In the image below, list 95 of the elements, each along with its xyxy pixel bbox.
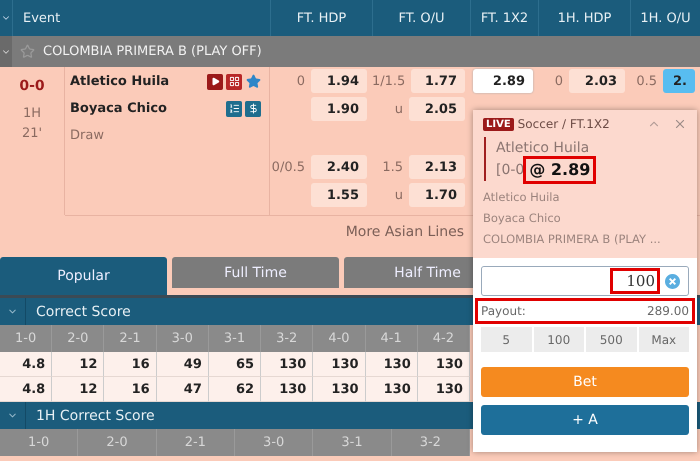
column-header: 1H. HDP (558, 10, 612, 26)
odds-cell[interactable]: 62 (208, 377, 262, 402)
handicap-line: 0 (296, 74, 305, 88)
list-icon[interactable] (226, 100, 242, 116)
odds-cell[interactable]: 16 (104, 377, 157, 402)
odds-button[interactable]: 1.90 (311, 97, 367, 121)
odds-button[interactable]: 2.13 (409, 155, 465, 179)
payout-value: 289.00 (647, 304, 689, 318)
team-name: Boyaca Chico (70, 101, 168, 116)
odds-button[interactable]: 1.70 (409, 183, 465, 207)
odds-button[interactable]: 1.94 (311, 69, 367, 93)
home-team: Atletico Huila (483, 189, 561, 206)
quick-stake-button[interactable]: 100 (534, 327, 584, 352)
handicap-line: u (394, 102, 403, 116)
payout-label: Payout: (481, 304, 526, 318)
quick-stake-button[interactable]: 500 (586, 327, 636, 352)
section-title: 1H Correct Score (36, 408, 155, 424)
team-name: Atletico Huila (70, 74, 170, 89)
score-label: 4-0 (313, 325, 366, 352)
star-icon[interactable] (20, 44, 35, 59)
odds-button[interactable]: 1.77 (411, 69, 465, 93)
odds-cell[interactable]: 130 (261, 352, 314, 377)
handicap-line: 0 (554, 74, 563, 88)
selection-price: @ 2.89 (526, 159, 594, 181)
close-icon[interactable] (673, 117, 687, 131)
star-icon[interactable] (245, 74, 261, 90)
match-minute: 21' (22, 127, 42, 141)
stake-input[interactable]: 100 (613, 271, 657, 291)
odds-cell[interactable]: 130 (313, 377, 366, 402)
handicap-line: 1/1.5 (372, 74, 406, 88)
section-title: Correct Score (36, 304, 131, 320)
score-label: 4-2 (418, 325, 470, 352)
clear-icon[interactable] (665, 274, 680, 288)
selection-score: [0-0 (496, 161, 524, 180)
column-header: FT. O/U (398, 10, 445, 26)
match-period: 1H (22, 105, 42, 123)
column-header: FT. 1X2 (480, 10, 528, 26)
away-team: Boyaca Chico (483, 210, 562, 227)
odds-cell[interactable]: 12 (52, 352, 104, 377)
score-label: 3-2 (392, 429, 470, 456)
handicap-line: 1.5 (382, 160, 403, 174)
score-label: 3-1 (208, 325, 262, 352)
league-name: COLOMBIA PRIMERA B (PLAY ... (483, 231, 662, 248)
add-button[interactable]: + A (481, 405, 689, 435)
field-icon[interactable] (226, 74, 242, 90)
handicap-line: u (394, 188, 403, 202)
draw-label: Draw (70, 128, 105, 143)
score-label: 1-0 (0, 325, 52, 352)
odds-button[interactable]: 2.05 (409, 97, 465, 121)
more-lines-link[interactable]: More Asian Lines (346, 224, 464, 240)
odds-button[interactable]: 2.03 (569, 69, 625, 93)
handicap-line: 0.5 (636, 74, 657, 88)
odds-cell[interactable]: 130 (366, 377, 418, 402)
column-header: Event (23, 10, 60, 26)
odds-cell[interactable]: 130 (313, 352, 366, 377)
odds-button[interactable]: 2. (663, 69, 695, 93)
score-label: 1-0 (0, 429, 78, 456)
odds-cell[interactable]: 49 (156, 352, 209, 377)
score-label: 4-1 (366, 325, 418, 352)
odds-cell[interactable]: 130 (366, 352, 418, 377)
score-label: 2-0 (78, 429, 157, 456)
score-label: 3-2 (261, 325, 314, 352)
quick-stake-button[interactable]: 5 (481, 327, 532, 352)
odds-button[interactable]: 2.89 (473, 69, 533, 93)
handicap-line: 0/0.5 (272, 160, 305, 174)
stake-field[interactable]: 100 (481, 266, 689, 296)
score-label: 3-1 (313, 429, 392, 456)
play-icon[interactable] (207, 74, 223, 90)
selection-name: Atletico Huila (496, 139, 590, 158)
score-label: 2-1 (104, 325, 157, 352)
odds-button[interactable]: 2.40 (311, 155, 367, 179)
odds-button[interactable]: 1.55 (311, 183, 367, 207)
score-label: 2-0 (52, 325, 104, 352)
odds-cell[interactable]: 16 (104, 352, 157, 377)
score-label: 3-0 (156, 325, 209, 352)
odds-cell[interactable]: 65 (208, 352, 262, 377)
odds-cell[interactable]: 4.8 (0, 352, 52, 377)
column-header: FT. HDP (296, 10, 346, 26)
odds-cell[interactable]: 130 (418, 377, 470, 402)
odds-cell[interactable]: 130 (261, 377, 314, 402)
odds-cell[interactable]: 47 (156, 377, 209, 402)
market-name: Soccer / FT.1X2 (518, 117, 611, 131)
odds-cell[interactable]: 12 (52, 377, 104, 402)
dollar-icon[interactable] (245, 100, 261, 116)
match-score: 0-0 (19, 77, 45, 96)
quick-stake-button[interactable]: Max (638, 327, 689, 352)
odds-cell[interactable]: 4.8 (0, 377, 52, 402)
score-label: 3-0 (235, 429, 314, 456)
odds-cell[interactable]: 130 (418, 352, 470, 377)
league-name: COLOMBIA PRIMERA B (PLAY OFF) (43, 44, 262, 59)
tab[interactable]: Full Time (172, 257, 339, 288)
tab[interactable]: Popular (0, 257, 167, 295)
column-header: 1H. O/U (640, 10, 691, 26)
score-label: 2-1 (156, 429, 235, 456)
live-badge: LIVE (483, 118, 514, 130)
